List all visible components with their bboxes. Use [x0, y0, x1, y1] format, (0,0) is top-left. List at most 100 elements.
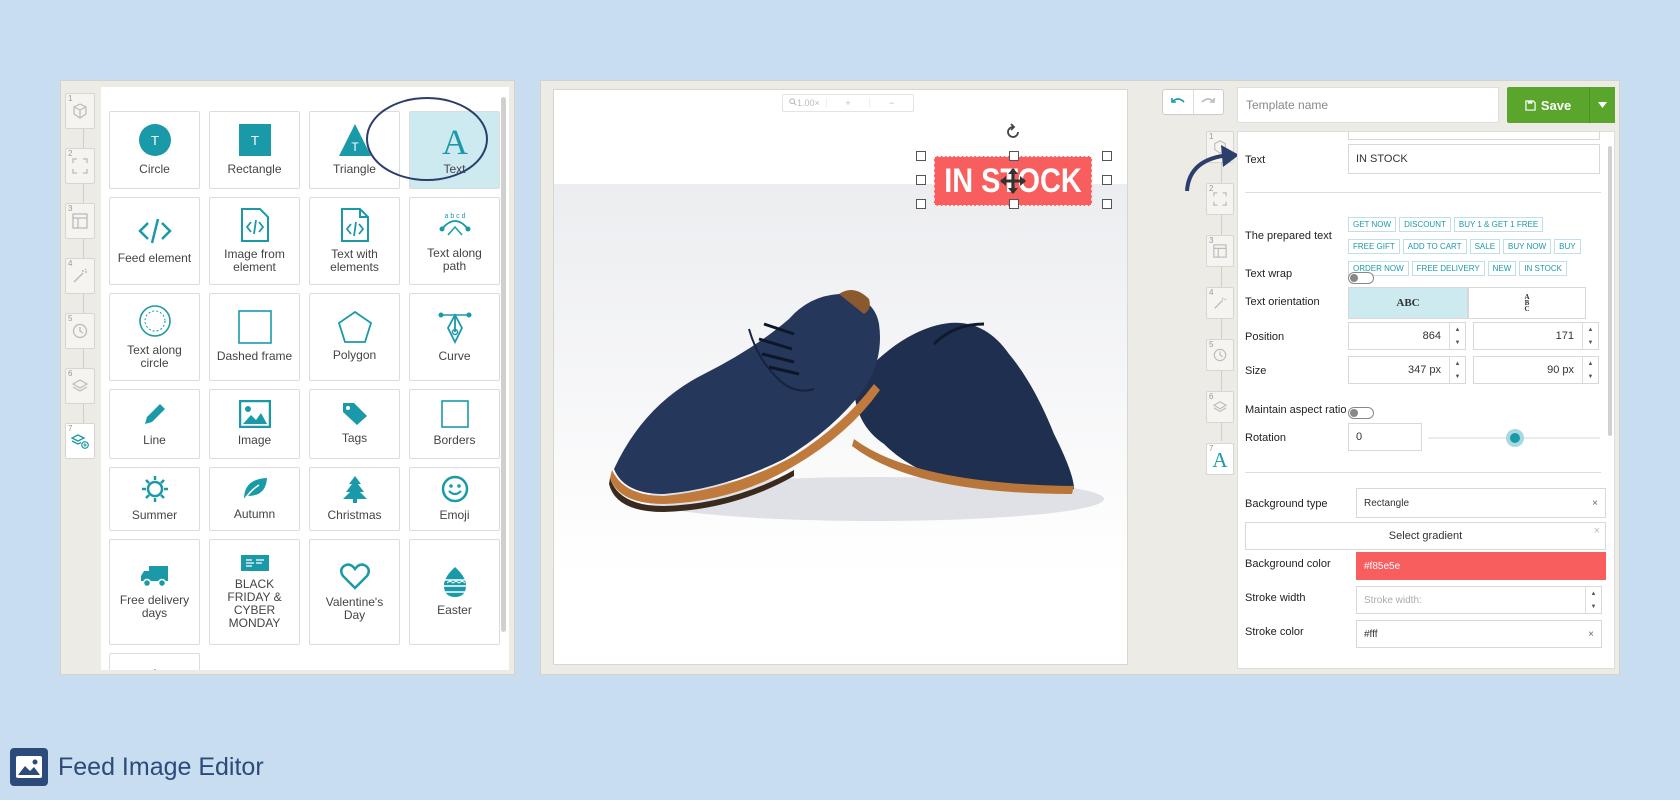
resize-handle-w[interactable]	[916, 175, 926, 185]
size-width-spinner[interactable]: ▲ ▼	[1449, 357, 1465, 383]
prepared-chip[interactable]: FREE DELIVERY	[1411, 261, 1485, 276]
scrollbar[interactable]	[1608, 146, 1612, 436]
element-easter[interactable]: Easter	[409, 539, 500, 645]
step-3d-box[interactable]: 1	[65, 93, 95, 129]
background-color-input[interactable]: #f85e5e	[1356, 552, 1606, 580]
rotation-input[interactable]: 0	[1348, 423, 1422, 451]
step-text-properties[interactable]: 7A	[1206, 443, 1234, 475]
prepared-chip[interactable]: SALE	[1469, 239, 1501, 254]
text-wrap-toggle[interactable]	[1348, 272, 1374, 284]
zoom-in-button[interactable]: +	[827, 98, 871, 108]
resize-handle-se[interactable]	[1102, 199, 1112, 209]
element-curve[interactable]: Curve	[409, 293, 500, 381]
step-magic[interactable]: 4	[1206, 287, 1234, 319]
prepared-chip[interactable]: GET NOW	[1348, 217, 1397, 232]
element-image[interactable]: Image	[209, 389, 300, 459]
prepared-chip[interactable]: DISCOUNT	[1399, 217, 1451, 232]
step-resize[interactable]: 2	[65, 148, 95, 184]
step-add-elements[interactable]: 7	[65, 423, 95, 459]
element-triangle[interactable]: T Triangle	[309, 111, 400, 189]
element-label: Text along path	[427, 245, 482, 273]
element-free-delivery[interactable]: Free delivery days	[109, 539, 200, 645]
orientation-horizontal-button[interactable]: ABC	[1348, 287, 1468, 319]
element-christmas[interactable]: Christmas	[309, 467, 400, 531]
element-text-along-path[interactable]: a b c d Text along path	[409, 197, 500, 285]
orientation-vertical-button[interactable]: A B C	[1468, 287, 1586, 319]
element-black-friday[interactable]: BLACK FRIDAY & CYBER MONDAY	[209, 539, 300, 645]
zoom-out-button[interactable]: −	[870, 98, 913, 108]
template-name-input[interactable]: Template name	[1237, 87, 1499, 123]
position-y-input[interactable]: 171 ▲ ▼	[1473, 322, 1599, 350]
element-autumn[interactable]: Autumn	[209, 467, 300, 531]
close-icon[interactable]: ×	[1594, 525, 1600, 537]
element-image-from-element[interactable]: Image from element	[209, 197, 300, 285]
background-type-value: Rectangle	[1364, 497, 1410, 509]
size-height-input[interactable]: 90 px ▲ ▼	[1473, 356, 1599, 384]
select-gradient-button[interactable]: Select gradient ×	[1245, 522, 1606, 550]
step-layout[interactable]: 3	[65, 203, 95, 239]
clear-icon[interactable]: ×	[1588, 629, 1594, 640]
element-rectangle[interactable]: T Rectangle	[209, 111, 300, 189]
save-button[interactable]: Save	[1507, 87, 1589, 123]
clear-icon[interactable]: ×	[1592, 498, 1598, 509]
element-circle[interactable]: T Circle	[109, 111, 200, 189]
element-emoji[interactable]: Emoji	[409, 467, 500, 531]
prepared-chip[interactable]: BUY NOW	[1503, 239, 1552, 254]
step-number: 6	[1209, 392, 1214, 401]
element-text-along-circle[interactable]: Text along circle	[109, 293, 200, 381]
element-dashed-frame[interactable]: Dashed frame	[209, 293, 300, 381]
undo-button[interactable]	[1163, 90, 1193, 114]
zoom-level[interactable]: 1.00×	[783, 98, 827, 108]
rotate-icon[interactable]	[1004, 123, 1022, 141]
resize-handle-n[interactable]	[1009, 151, 1019, 161]
step-layout[interactable]: 3	[1206, 235, 1234, 267]
svg-text:T: T	[351, 140, 359, 154]
save-dropdown-button[interactable]	[1589, 87, 1615, 123]
background-type-select[interactable]: Rectangle ×	[1356, 488, 1606, 518]
element-feed[interactable]: Feed element	[109, 197, 200, 285]
design-canvas[interactable]: 1.00× + − IN STOCK	[553, 89, 1128, 665]
size-height-spinner[interactable]: ▲ ▼	[1582, 357, 1598, 383]
stroke-color-input[interactable]: #fff ×	[1356, 620, 1602, 648]
code-icon	[137, 219, 172, 244]
element-polygon[interactable]: Polygon	[309, 293, 400, 381]
prepared-chip[interactable]: FREE GIFT	[1348, 239, 1400, 254]
resize-handle-e[interactable]	[1102, 175, 1112, 185]
prepared-chip[interactable]: IN STOCK	[1519, 261, 1567, 276]
step-layers[interactable]: 6	[65, 368, 95, 404]
element-valentines[interactable]: Valentine's Day	[309, 539, 400, 645]
step-history[interactable]: 5	[1206, 339, 1234, 371]
resize-handle-nw[interactable]	[916, 151, 926, 161]
step-history[interactable]: 5	[65, 313, 95, 349]
stroke-width-input[interactable]: Stroke width: ▲ ▼	[1356, 586, 1602, 614]
step-magic[interactable]: 4	[65, 258, 95, 294]
move-icon[interactable]	[1000, 168, 1026, 194]
rotation-slider-thumb[interactable]	[1506, 429, 1524, 447]
prepared-chip[interactable]: NEW	[1487, 261, 1517, 276]
size-width-input[interactable]: 347 px ▲ ▼	[1348, 356, 1466, 384]
svg-text:A: A	[442, 123, 468, 157]
element-label: Image from element	[224, 246, 285, 274]
prepared-chip[interactable]: BUY	[1554, 239, 1581, 254]
element-borders[interactable]: Borders	[409, 389, 500, 459]
resize-handle-sw[interactable]	[916, 199, 926, 209]
position-y-spinner[interactable]: ▲ ▼	[1582, 323, 1598, 349]
stroke-width-spinner[interactable]: ▲ ▼	[1585, 587, 1601, 613]
prepared-chip[interactable]: ADD TO CART	[1402, 239, 1467, 254]
step-layers[interactable]: 6	[1206, 391, 1234, 423]
resize-handle-ne[interactable]	[1102, 151, 1112, 161]
redo-button[interactable]	[1192, 90, 1224, 114]
scrollbar[interactable]	[501, 97, 506, 632]
element-text-with-elements[interactable]: Text with elements	[309, 197, 400, 285]
element-more[interactable]	[109, 653, 200, 670]
text-input[interactable]: IN STOCK	[1348, 144, 1600, 174]
position-x-input[interactable]: 864 ▲ ▼	[1348, 322, 1466, 350]
element-tags[interactable]: Tags	[309, 389, 400, 459]
element-summer[interactable]: Summer	[109, 467, 200, 531]
position-x-spinner[interactable]: ▲ ▼	[1449, 323, 1465, 349]
resize-handle-s[interactable]	[1009, 199, 1019, 209]
element-line[interactable]: Line	[109, 389, 200, 459]
element-text[interactable]: A Text	[409, 111, 500, 189]
prepared-chip[interactable]: BUY 1 & GET 1 FREE	[1453, 217, 1544, 232]
aspect-ratio-toggle[interactable]	[1348, 407, 1374, 419]
